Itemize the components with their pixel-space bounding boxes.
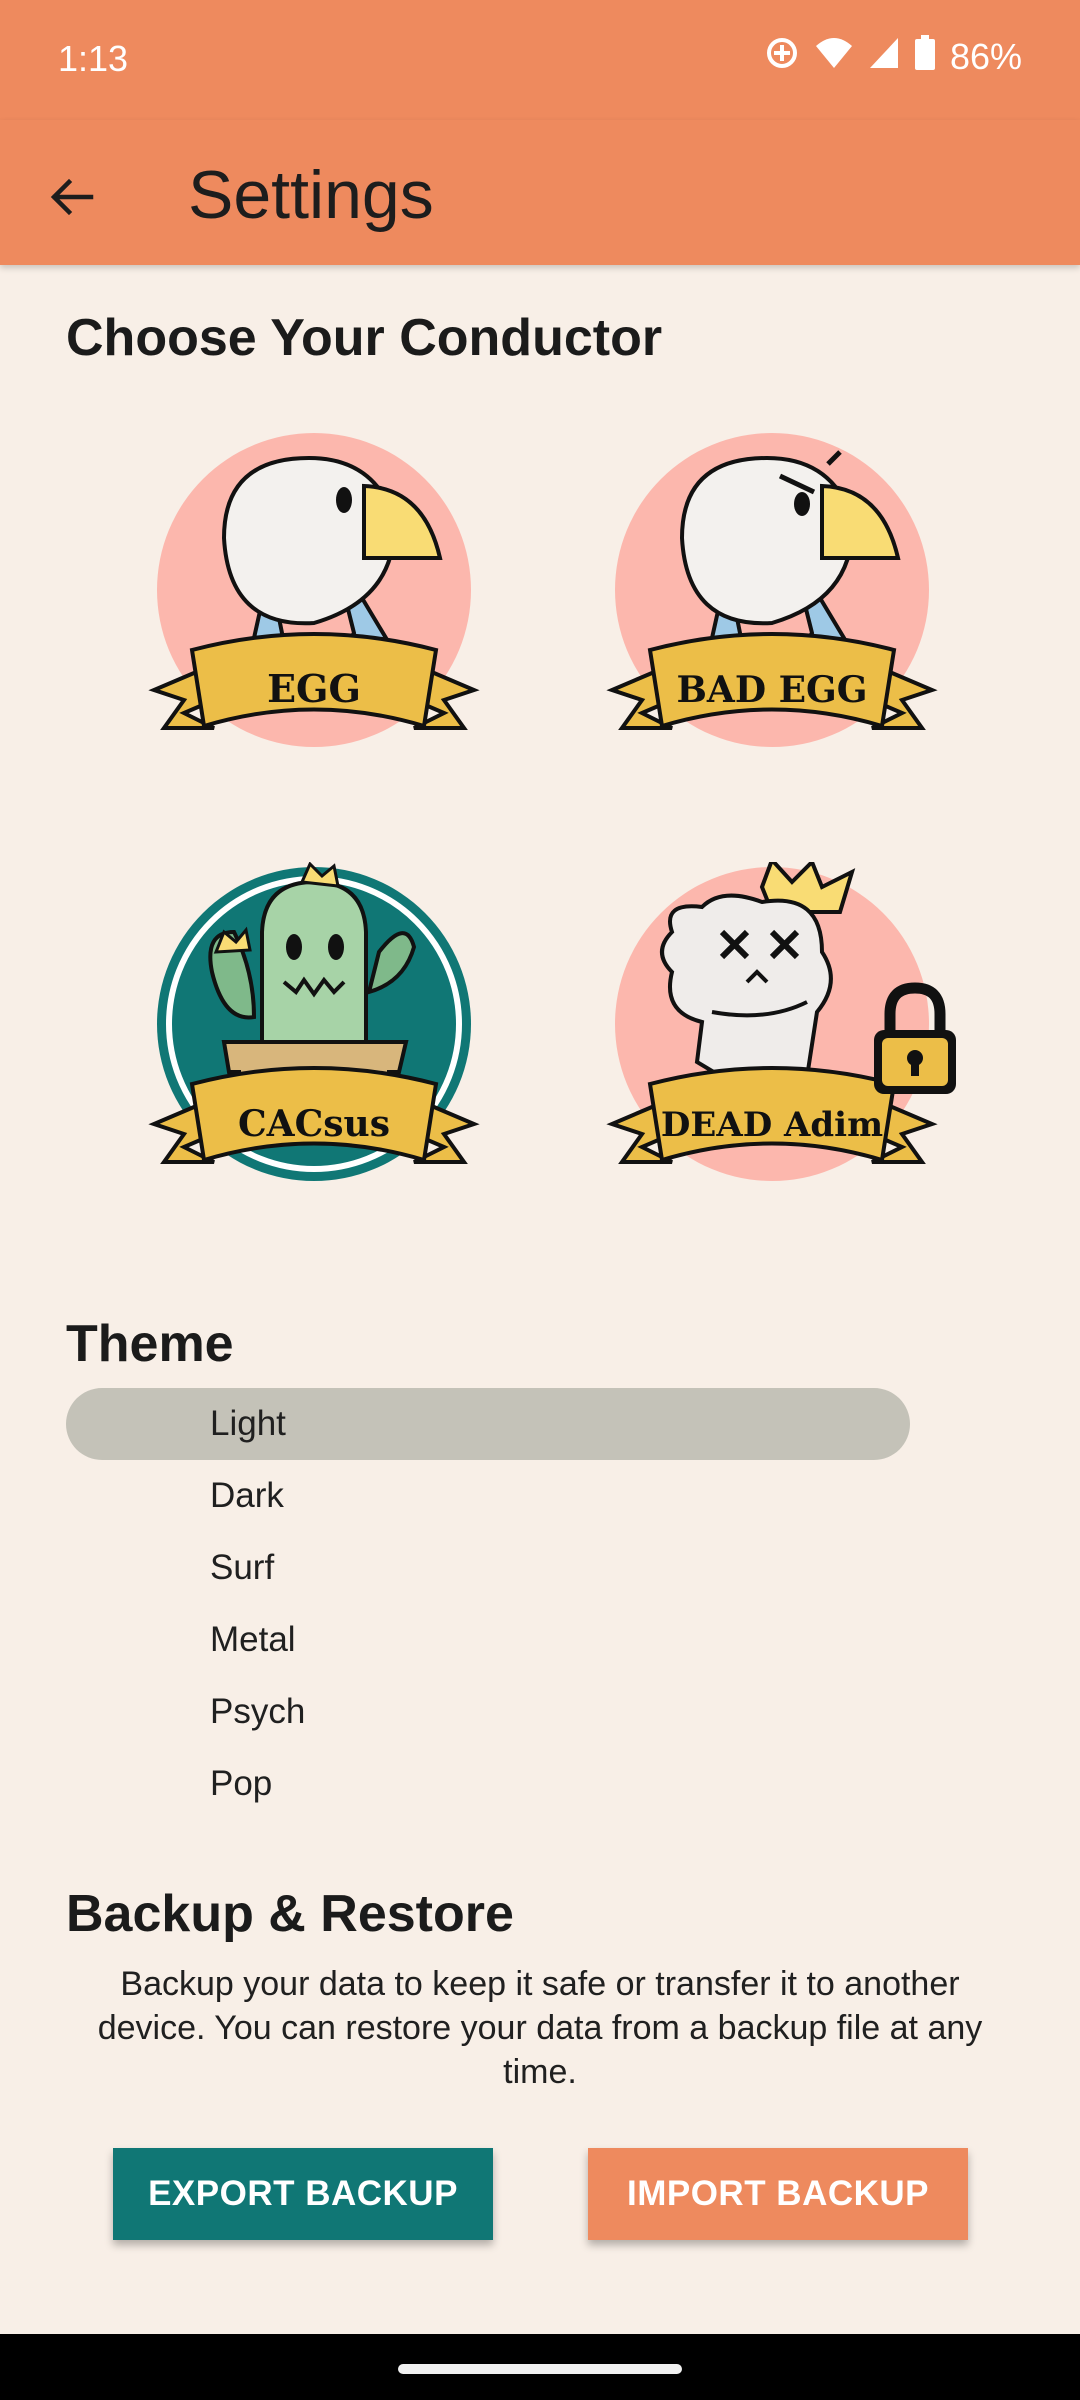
theme-option-metal[interactable]: Metal (66, 1604, 910, 1676)
backup-heading: Backup & Restore (66, 1885, 514, 1943)
conductor-heading: Choose Your Conductor (66, 309, 663, 367)
export-backup-button[interactable]: EXPORT BACKUP (113, 2148, 493, 2240)
conductor-bad-egg[interactable]: BAD EGG (602, 428, 942, 788)
status-time: 1:13 (58, 38, 129, 79)
theme-option-dark[interactable]: Dark (66, 1460, 910, 1532)
conductor-label: EGG (267, 666, 361, 711)
theme-option-psych[interactable]: Psych (66, 1676, 910, 1748)
sync-icon (764, 35, 800, 80)
theme-option-label: Psych (210, 1692, 306, 1731)
arrow-left-icon (50, 178, 94, 216)
conductor-label: DEAD Adim (661, 1105, 883, 1145)
app-bar: Settings (0, 120, 1080, 265)
theme-option-label: Metal (210, 1620, 296, 1659)
page-title: Settings (188, 157, 434, 233)
conductor-cacsus[interactable]: CACsus (144, 862, 484, 1222)
conductor-label: BAD EGG (676, 669, 867, 711)
wifi-icon (814, 36, 854, 79)
theme-option-label: Pop (210, 1764, 273, 1803)
import-backup-button[interactable]: IMPORT BACKUP (588, 2148, 968, 2240)
conductor-label: CACsus (238, 1103, 390, 1145)
theme-option-surf[interactable]: Surf (66, 1532, 910, 1604)
home-gesture-handle[interactable] (398, 2364, 682, 2374)
status-icons: 86% (764, 32, 1022, 82)
conductor-dead-adim[interactable]: DEAD Adim (602, 862, 982, 1222)
bad-egg-avatar: BAD EGG (606, 433, 938, 747)
lock-icon (874, 982, 956, 1094)
egg-avatar: EGG (148, 433, 480, 747)
theme-option-label: Surf (210, 1548, 275, 1587)
cactus-avatar: CACsus (148, 862, 480, 1181)
theme-option-light[interactable]: Light (66, 1388, 910, 1460)
theme-heading: Theme (66, 1315, 234, 1373)
conductor-egg[interactable]: EGG (144, 428, 484, 788)
backup-description: Backup your data to keep it safe or tran… (97, 1965, 983, 2091)
back-button[interactable] (36, 162, 106, 232)
theme-list: Light Dark Surf Metal Psych Pop (66, 1388, 910, 1820)
theme-option-pop[interactable]: Pop (66, 1748, 910, 1820)
status-bar: 1:13 86% (0, 0, 1080, 120)
theme-option-label: Dark (210, 1476, 284, 1515)
battery-icon (914, 34, 936, 80)
battery-percentage: 86% (949, 36, 1022, 77)
theme-option-label: Light (210, 1404, 286, 1443)
signal-icon (868, 36, 900, 79)
